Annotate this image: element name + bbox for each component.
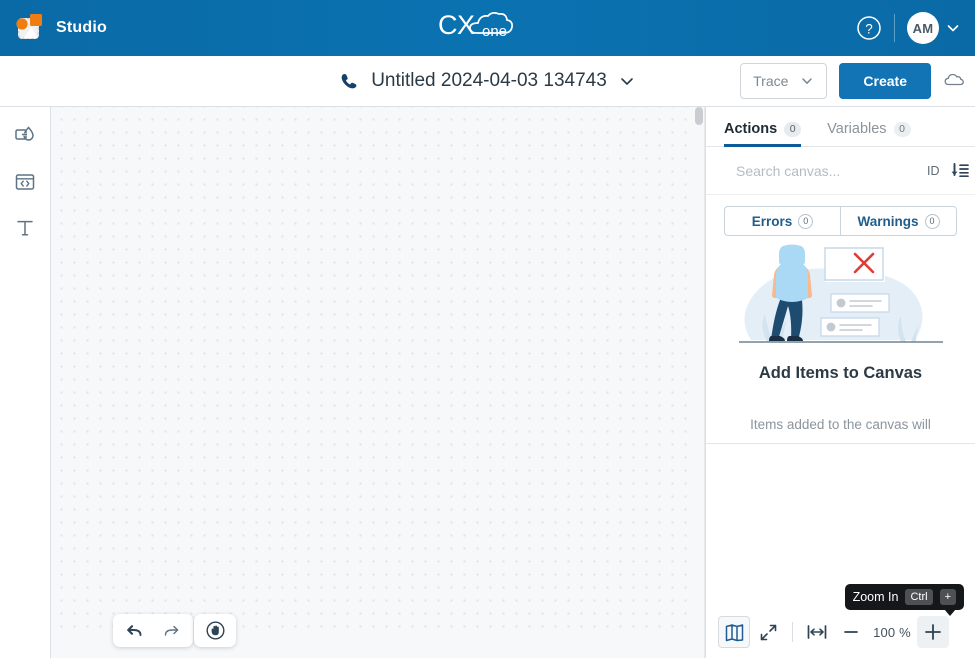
tab-variables[interactable]: Variables 0 [827,121,911,147]
phone-icon [341,73,357,88]
empty-state: Add Items to Canvas Items added to the c… [706,236,975,441]
warnings-badge: 0 [924,213,940,229]
undo-arrow-icon [127,624,142,636]
top-header-bar: Studio CX one ? AM [0,0,975,56]
pan-tool-group [194,614,236,647]
fit-width-icon [807,625,827,639]
plus-icon [925,624,941,640]
tab-actions-badge: 0 [784,121,802,137]
cxone-logo[interactable]: CX one [438,6,538,51]
errors-segment[interactable]: Errors 0 [724,206,840,236]
trace-label: Trace [753,73,789,89]
toolbar-right-group: Trace Create [740,63,965,99]
scrollbar-thumb[interactable] [695,107,703,125]
tooltip-key-main: + [939,589,956,605]
redo-button[interactable] [157,617,187,644]
chevron-down-icon [947,25,959,32]
code-window-icon [15,174,35,190]
fit-width-button[interactable] [801,616,833,648]
studio-app-window: Studio CX one ? AM Untitled 2024-04-03 1… [0,0,975,658]
sort-by-id-label[interactable]: ID [927,164,940,178]
right-side-panel: Actions 0 Variables 0 ID [705,107,975,658]
help-icon[interactable]: ? [856,15,882,41]
zoom-in-tooltip: Zoom In Ctrl + [844,584,964,610]
minimap-book-icon [725,623,743,641]
search-row: ID [706,147,975,195]
tab-variables-badge: 0 [893,121,911,137]
warnings-label: Warnings [857,213,919,229]
zoom-in-button[interactable] [917,616,949,648]
redo-arrow-icon [164,625,179,636]
user-menu[interactable]: AM [907,12,961,44]
person-with-empty-cards-illustration [738,244,943,343]
svg-text:one: one [482,23,507,40]
canvas-vertical-scrollbar[interactable] [692,107,705,658]
studio-logo-icon[interactable] [12,11,46,45]
flow-toolbar: Untitled 2024-04-03 134743 Trace Create [0,56,975,107]
trace-dropdown[interactable]: Trace [740,63,828,99]
header-right-group: ? AM [856,0,961,56]
create-button[interactable]: Create [839,63,931,99]
tooltip-label: Zoom In [852,590,899,604]
errors-warnings-segmented-control: Errors 0 Warnings 0 [706,195,975,236]
text-t-icon [17,220,33,236]
flow-name-label: Untitled 2024-04-03 134743 [371,70,607,91]
app-title: Studio [56,19,107,36]
tooltip-arrow [944,609,956,616]
minimap-button[interactable] [718,616,750,648]
shapes-icon [15,126,34,141]
zoom-controls-bar: 100 % [706,606,975,658]
tab-variables-label: Variables [827,121,887,137]
expand-diagonal-icon [760,624,776,640]
svg-text:?: ? [865,22,873,37]
avatar: AM [907,12,939,44]
hand-pan-icon [205,621,225,640]
errors-label: Errors [751,213,793,229]
tab-actions-label: Actions [724,121,778,137]
shapes-tool[interactable] [8,121,42,151]
svg-text:CX: CX [438,10,475,40]
zoom-out-button[interactable] [835,616,867,648]
cloud-icon[interactable] [943,69,965,94]
chevron-down-icon [620,78,633,85]
panel-tabs: Actions 0 Variables 0 [706,107,975,147]
empty-state-subtitle: Items added to the canvas will [750,417,931,432]
header-left-group: Studio [0,11,107,45]
errors-badge: 0 [798,213,814,229]
search-input[interactable] [736,162,917,179]
tooltip-key-modifier: Ctrl [905,589,933,605]
panel-divider [706,443,975,444]
zoom-divider [792,622,793,642]
header-center-group: CX one [0,0,975,56]
empty-state-title: Add Items to Canvas [758,364,923,382]
tab-actions[interactable]: Actions 0 [724,121,802,147]
header-divider [894,14,895,42]
pan-button[interactable] [200,617,230,644]
left-tool-rail [0,107,51,658]
code-tool[interactable] [8,167,42,197]
chevron-down-icon [802,78,813,84]
undo-button[interactable] [119,617,149,644]
flow-canvas[interactable] [51,107,705,658]
minus-icon [844,631,858,633]
sort-descending-icon[interactable] [950,162,970,180]
zoom-level-label: 100 % [873,624,911,640]
fullscreen-button[interactable] [752,616,784,648]
warnings-segment[interactable]: Warnings 0 [840,206,957,236]
text-tool[interactable] [8,213,42,243]
undo-redo-group [113,614,193,647]
